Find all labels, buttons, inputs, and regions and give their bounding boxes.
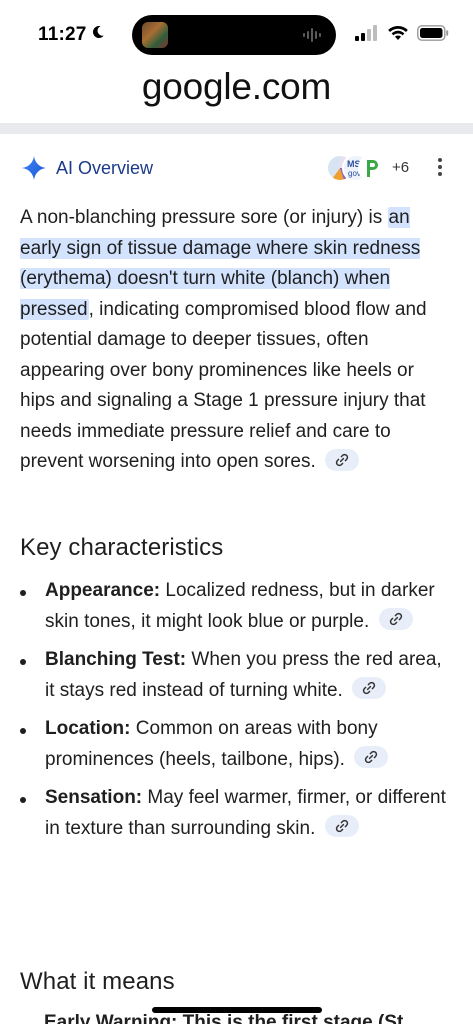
battery-icon [417,25,449,41]
p-logo [367,160,378,177]
signal-icon [355,25,377,41]
source-favicon-3[interactable] [358,154,386,182]
list-item-term: Blanching Test: [45,649,187,670]
dynamic-island[interactable] [132,15,336,55]
citation-link-chip[interactable] [324,815,359,838]
source-favicons[interactable]: MS gov [326,152,388,182]
wifi-icon [388,25,408,40]
key-characteristics-list: Appearance: Localized redness, but in da… [20,576,450,852]
ai-overview-header: AI Overview MS gov +6 [20,150,460,186]
link-icon [365,751,378,764]
citation-link-chip[interactable] [325,448,360,471]
list-item-term: Location: [45,718,131,739]
list-item-term: Appearance: [45,580,161,601]
ai-overview-summary: A non-blanching pressure sore (or injury… [20,203,450,478]
list-item: Blanching Test: When you press the red a… [20,645,450,706]
peek-text: Early Warning: This is the first stage (… [44,1012,404,1024]
more-sources-count[interactable]: +6 [392,159,409,176]
status-bar: 11:27 [0,0,473,62]
citation-link-chip[interactable] [378,608,413,631]
toolbar-divider [0,123,473,134]
clock: 11:27 [38,24,87,45]
home-indicator[interactable] [152,1007,322,1013]
citation-link-chip[interactable] [354,746,389,769]
list-item-term: Sensation: [45,787,143,808]
audio-wave-icon [303,28,321,42]
link-icon [362,682,376,695]
link-icon [335,453,349,467]
now-playing-thumbnail[interactable] [142,22,168,48]
key-characteristics-heading: Key characteristics [20,534,224,561]
link-icon [389,613,402,626]
list-item: Appearance: Localized redness, but in da… [20,576,450,637]
kebab-menu-icon[interactable] [436,158,444,180]
citation-link-chip[interactable] [352,677,387,700]
list-item: Sensation: May feel warmer, firmer, or d… [20,783,450,844]
ai-overview-title: AI Overview [56,158,154,178]
link-icon [335,820,348,833]
ai-sparkle-icon [22,156,46,180]
list-item: Location: Common on areas with bony prom… [20,714,450,775]
moon-icon [92,26,104,39]
what-it-means-heading: What it means [20,968,175,995]
summary-text-end: , indicating compromised blood flow and … [20,298,427,473]
summary-text-start: A non-blanching pressure sore (or injury… [20,207,388,228]
url-bar[interactable]: google.com [0,66,473,108]
status-icons [355,22,449,44]
